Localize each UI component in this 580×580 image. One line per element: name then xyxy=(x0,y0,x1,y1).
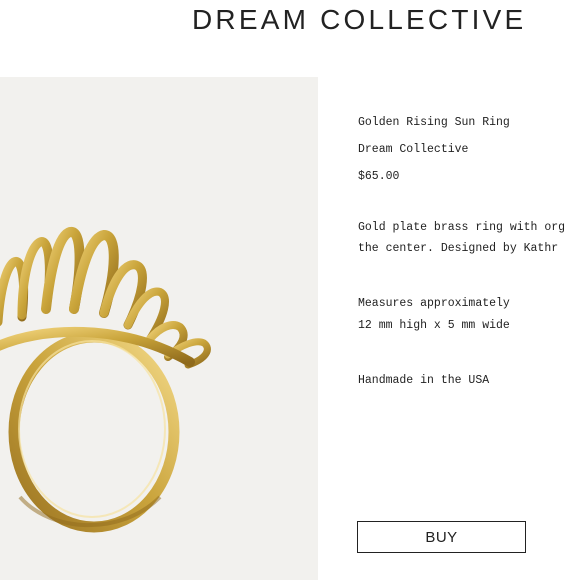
product-vendor[interactable]: Dream Collective xyxy=(358,143,468,156)
product-price: $65.00 xyxy=(358,170,400,183)
description-line-1: Gold plate brass ring with org xyxy=(358,221,566,234)
product-page: DREAM COLLECTIVE Golden Rising Sun Ring … xyxy=(0,0,580,580)
description-line-2: the center. Designed by Kathr xyxy=(358,242,559,255)
gold-ring-image xyxy=(0,227,211,533)
measures-line-2: 12 mm high x 5 mm wide xyxy=(358,319,510,332)
buy-button[interactable]: BUY xyxy=(357,521,526,553)
product-name: Golden Rising Sun Ring xyxy=(358,116,510,129)
origin-note: Handmade in the USA xyxy=(358,374,490,387)
product-photo xyxy=(0,77,318,580)
measures-line-1: Measures approximately xyxy=(358,297,510,310)
brand-title[interactable]: DREAM COLLECTIVE xyxy=(192,4,526,36)
